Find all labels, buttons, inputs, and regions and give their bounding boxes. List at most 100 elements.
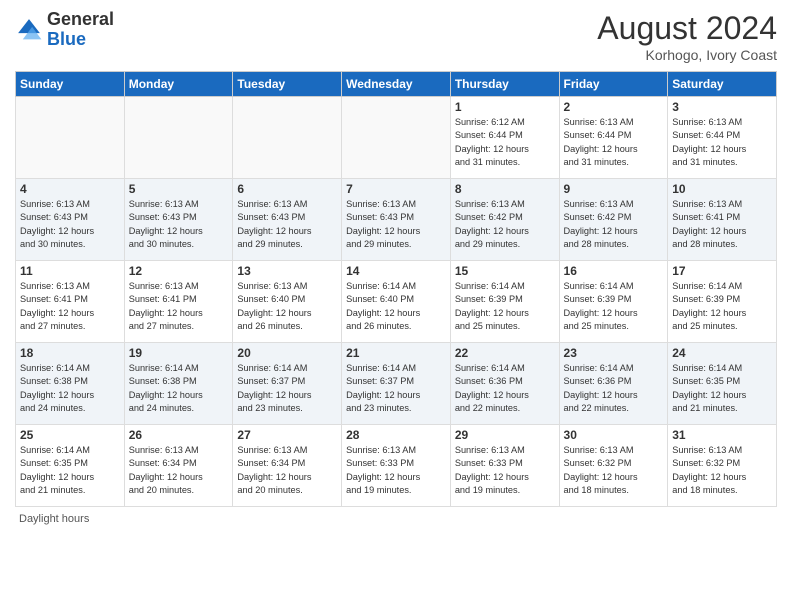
day-info: Sunrise: 6:14 AM Sunset: 6:39 PM Dayligh… [672,280,772,333]
day-number: 17 [672,264,772,278]
col-tuesday: Tuesday [233,72,342,97]
col-monday: Monday [124,72,233,97]
day-info: Sunrise: 6:13 AM Sunset: 6:43 PM Dayligh… [20,198,120,251]
day-number: 9 [564,182,664,196]
table-row: 29 Sunrise: 6:13 AM Sunset: 6:33 PM Dayli… [450,425,559,507]
calendar-week-row: 25 Sunrise: 6:14 AM Sunset: 6:35 PM Dayli… [16,425,777,507]
day-number: 2 [564,100,664,114]
day-number: 11 [20,264,120,278]
logo-text: General Blue [47,10,114,50]
col-thursday: Thursday [450,72,559,97]
day-number: 3 [672,100,772,114]
day-number: 19 [129,346,229,360]
day-info: Sunrise: 6:14 AM Sunset: 6:35 PM Dayligh… [20,444,120,497]
day-number: 23 [564,346,664,360]
day-number: 26 [129,428,229,442]
calendar-week-row: 1 Sunrise: 6:12 AM Sunset: 6:44 PM Daylig… [16,97,777,179]
col-wednesday: Wednesday [342,72,451,97]
table-row: 19 Sunrise: 6:14 AM Sunset: 6:38 PM Dayli… [124,343,233,425]
calendar-week-row: 4 Sunrise: 6:13 AM Sunset: 6:43 PM Daylig… [16,179,777,261]
day-number: 22 [455,346,555,360]
table-row: 26 Sunrise: 6:13 AM Sunset: 6:34 PM Dayli… [124,425,233,507]
day-number: 12 [129,264,229,278]
day-info: Sunrise: 6:13 AM Sunset: 6:33 PM Dayligh… [346,444,446,497]
day-info: Sunrise: 6:13 AM Sunset: 6:34 PM Dayligh… [129,444,229,497]
day-info: Sunrise: 6:13 AM Sunset: 6:32 PM Dayligh… [672,444,772,497]
day-number: 30 [564,428,664,442]
table-row: 30Sunrise: 6:13 AM Sunset: 6:32 PM Dayli… [559,425,668,507]
day-info: Sunrise: 6:13 AM Sunset: 6:44 PM Dayligh… [564,116,664,169]
day-info: Sunrise: 6:13 AM Sunset: 6:41 PM Dayligh… [129,280,229,333]
day-number: 10 [672,182,772,196]
day-number: 7 [346,182,446,196]
table-row [124,97,233,179]
logo: General Blue [15,10,114,50]
table-row: 16 Sunrise: 6:14 AM Sunset: 6:39 PM Dayli… [559,261,668,343]
day-info: Sunrise: 6:14 AM Sunset: 6:37 PM Dayligh… [346,362,446,415]
day-info: Sunrise: 6:14 AM Sunset: 6:35 PM Dayligh… [672,362,772,415]
table-row: 4 Sunrise: 6:13 AM Sunset: 6:43 PM Daylig… [16,179,125,261]
day-info: Sunrise: 6:13 AM Sunset: 6:40 PM Dayligh… [237,280,337,333]
table-row: 13 Sunrise: 6:13 AM Sunset: 6:40 PM Dayli… [233,261,342,343]
day-info: Sunrise: 6:13 AM Sunset: 6:43 PM Dayligh… [346,198,446,251]
table-row: 9 Sunrise: 6:13 AM Sunset: 6:42 PM Daylig… [559,179,668,261]
table-row: 2 Sunrise: 6:13 AM Sunset: 6:44 PM Daylig… [559,97,668,179]
day-number: 27 [237,428,337,442]
day-number: 18 [20,346,120,360]
day-number: 24 [672,346,772,360]
header: General Blue August 2024 Korhogo, Ivory … [15,10,777,63]
day-info: Sunrise: 6:13 AM Sunset: 6:42 PM Dayligh… [455,198,555,251]
table-row: 1 Sunrise: 6:12 AM Sunset: 6:44 PM Daylig… [450,97,559,179]
day-number: 4 [20,182,120,196]
table-row: 6Sunrise: 6:13 AM Sunset: 6:43 PM Daylig… [233,179,342,261]
table-row [233,97,342,179]
day-number: 25 [20,428,120,442]
calendar-week-row: 11 Sunrise: 6:13 AM Sunset: 6:41 PM Dayli… [16,261,777,343]
day-info: Sunrise: 6:13 AM Sunset: 6:44 PM Dayligh… [672,116,772,169]
day-number: 13 [237,264,337,278]
table-row: 20Sunrise: 6:14 AM Sunset: 6:37 PM Dayli… [233,343,342,425]
table-row: 3 Sunrise: 6:13 AM Sunset: 6:44 PM Daylig… [668,97,777,179]
table-row: 21Sunrise: 6:14 AM Sunset: 6:37 PM Dayli… [342,343,451,425]
day-number: 28 [346,428,446,442]
day-info: Sunrise: 6:12 AM Sunset: 6:44 PM Dayligh… [455,116,555,169]
day-number: 14 [346,264,446,278]
day-info: Sunrise: 6:13 AM Sunset: 6:33 PM Dayligh… [455,444,555,497]
day-info: Sunrise: 6:13 AM Sunset: 6:43 PM Dayligh… [237,198,337,251]
day-info: Sunrise: 6:13 AM Sunset: 6:41 PM Dayligh… [672,198,772,251]
col-saturday: Saturday [668,72,777,97]
day-info: Sunrise: 6:13 AM Sunset: 6:41 PM Dayligh… [20,280,120,333]
table-row: 15Sunrise: 6:14 AM Sunset: 6:39 PM Dayli… [450,261,559,343]
table-row: 10 Sunrise: 6:13 AM Sunset: 6:41 PM Dayli… [668,179,777,261]
logo-blue: Blue [47,29,86,49]
day-info: Sunrise: 6:14 AM Sunset: 6:39 PM Dayligh… [564,280,664,333]
day-number: 8 [455,182,555,196]
table-row [16,97,125,179]
day-info: Sunrise: 6:13 AM Sunset: 6:43 PM Dayligh… [129,198,229,251]
table-row: 24 Sunrise: 6:14 AM Sunset: 6:35 PM Dayli… [668,343,777,425]
day-info: Sunrise: 6:14 AM Sunset: 6:36 PM Dayligh… [455,362,555,415]
day-info: Sunrise: 6:14 AM Sunset: 6:38 PM Dayligh… [129,362,229,415]
day-number: 15 [455,264,555,278]
calendar-header-row: Sunday Monday Tuesday Wednesday Thursday… [16,72,777,97]
col-sunday: Sunday [16,72,125,97]
table-row: 14Sunrise: 6:14 AM Sunset: 6:40 PM Dayli… [342,261,451,343]
location: Korhogo, Ivory Coast [597,47,777,63]
table-row: 22 Sunrise: 6:14 AM Sunset: 6:36 PM Dayli… [450,343,559,425]
day-number: 1 [455,100,555,114]
day-number: 5 [129,182,229,196]
table-row: 18Sunrise: 6:14 AM Sunset: 6:38 PM Dayli… [16,343,125,425]
table-row: 28 Sunrise: 6:13 AM Sunset: 6:33 PM Dayli… [342,425,451,507]
footer: Daylight hours [15,513,777,525]
table-row [342,97,451,179]
table-row: 27Sunrise: 6:13 AM Sunset: 6:34 PM Dayli… [233,425,342,507]
day-info: Sunrise: 6:13 AM Sunset: 6:42 PM Dayligh… [564,198,664,251]
day-info: Sunrise: 6:14 AM Sunset: 6:37 PM Dayligh… [237,362,337,415]
daylight-label: Daylight hours [19,513,89,525]
day-number: 16 [564,264,664,278]
table-row: 5 Sunrise: 6:13 AM Sunset: 6:43 PM Daylig… [124,179,233,261]
table-row: 23Sunrise: 6:14 AM Sunset: 6:36 PM Dayli… [559,343,668,425]
day-number: 29 [455,428,555,442]
logo-icon [15,16,43,44]
table-row: 25 Sunrise: 6:14 AM Sunset: 6:35 PM Dayli… [16,425,125,507]
